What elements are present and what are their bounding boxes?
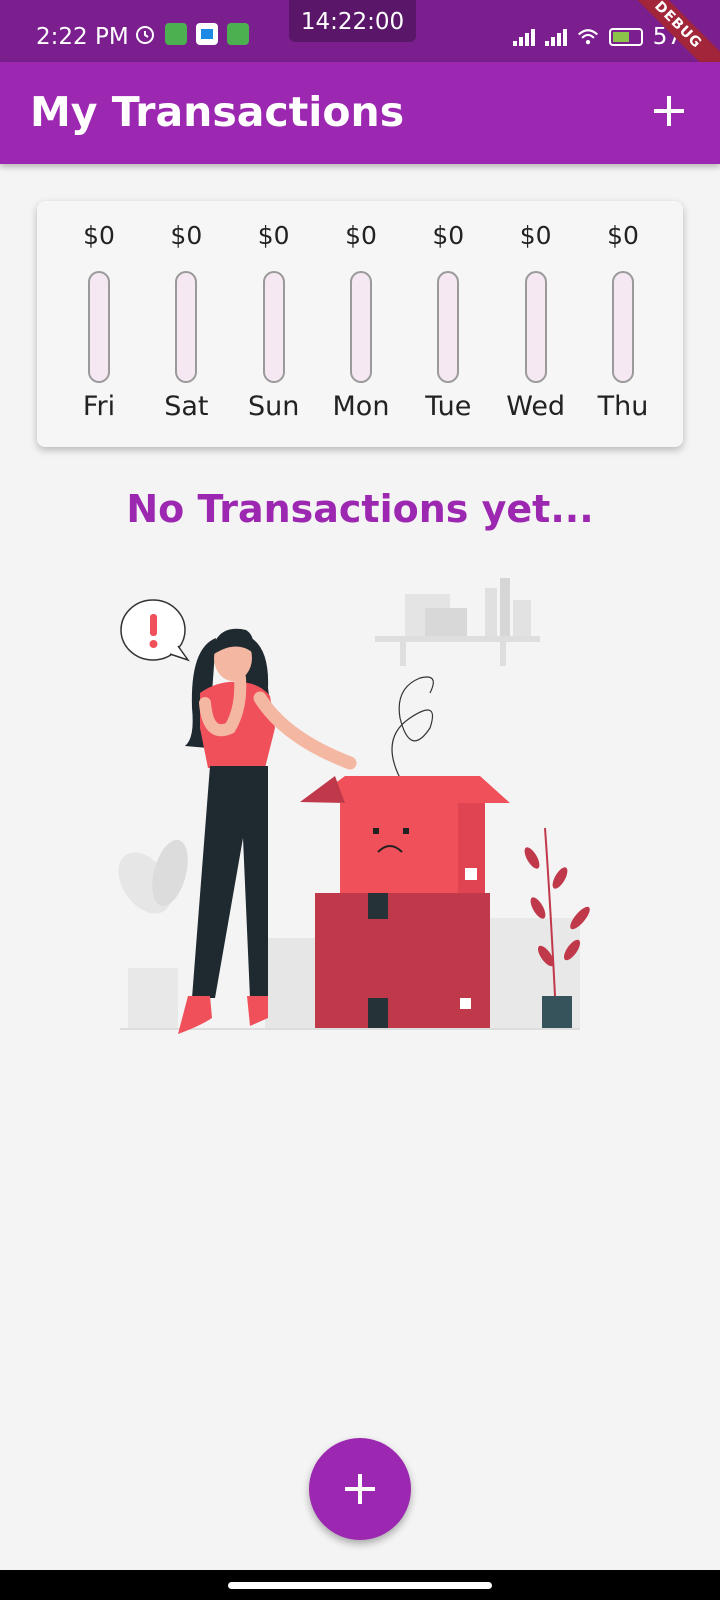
- chart-bar-column: $0 Sun: [232, 217, 316, 437]
- bar-amount-label: $0: [83, 221, 115, 250]
- bar-amount-label: $0: [519, 221, 552, 250]
- bar-amount-label: $0: [607, 221, 639, 250]
- signal-icon-2: [544, 28, 567, 46]
- bar-amount-label: $0: [257, 221, 290, 250]
- alarm-icon: [134, 23, 156, 45]
- plus-icon: [654, 96, 684, 126]
- empty-state-message: No Transactions yet...: [126, 487, 594, 531]
- calendar-app-icon: [196, 23, 218, 45]
- bar-amount-label: $0: [170, 221, 203, 250]
- bar-amount-label: $0: [345, 221, 377, 250]
- add-transaction-fab[interactable]: [309, 1438, 411, 1540]
- empty-state-illustration: [118, 578, 590, 1034]
- bar-amount-label: $0: [432, 221, 465, 250]
- bar-track: [175, 271, 198, 383]
- bar-day-label: Sun: [247, 391, 300, 422]
- chart-bar-column: $0 Fri: [57, 217, 141, 437]
- wifi-icon: [577, 26, 599, 48]
- bar-day-label: Tue: [425, 391, 472, 422]
- bar-day-label: Wed: [506, 391, 566, 422]
- bar-track: [88, 271, 110, 383]
- weekly-chart-card: $0 Fri $0 Sat $0 Sun $0 Mon $0 Tue $0 Wed $0 Thu: [37, 201, 683, 447]
- bar-track: [611, 271, 634, 383]
- bar-track: [524, 271, 547, 383]
- chart-bar-column: $0 Tue: [406, 217, 490, 437]
- app-screen: 2:22 PM 14:22:00 57 DEBUG My Transaction…: [0, 0, 720, 1600]
- bar-day-label: Fri: [82, 391, 116, 422]
- notification-icons: [134, 23, 249, 45]
- bar-track: [349, 271, 372, 383]
- add-transaction-button[interactable]: [646, 88, 692, 134]
- status-bar: 2:22 PM 14:22:00 57 DEBUG: [0, 0, 720, 83]
- page-title: My Transactions: [30, 88, 405, 136]
- bar-track: [437, 271, 460, 383]
- system-icons: 57: [512, 24, 682, 50]
- bar-day-label: Sat: [164, 391, 209, 422]
- signal-icon: [512, 28, 535, 46]
- chart-bar-column: $0 Sat: [144, 217, 228, 437]
- bar-track: [262, 271, 285, 383]
- weekly-chart: $0 Fri $0 Sat $0 Sun $0 Mon $0 Tue $0 Wed $0 Thu: [57, 217, 665, 437]
- android-app-icon: [165, 23, 187, 45]
- status-time: 2:22 PM: [36, 24, 129, 50]
- clock-overlay: 14:22:00: [289, 0, 416, 42]
- chart-bar-column: $0 Wed: [494, 217, 578, 437]
- app-bar: My Transactions: [0, 62, 720, 164]
- bar-day-label: Mon: [332, 391, 390, 422]
- battery-icon: [608, 28, 643, 46]
- android-app-icon-2: [227, 23, 249, 45]
- plus-icon: [345, 1474, 375, 1504]
- bar-day-label: Thu: [597, 391, 649, 422]
- chart-bar-column: $0 Mon: [319, 217, 403, 437]
- gesture-nav-bar: [0, 1570, 720, 1600]
- home-indicator[interactable]: [228, 1582, 492, 1589]
- chart-bar-column: $0 Thu: [581, 217, 665, 437]
